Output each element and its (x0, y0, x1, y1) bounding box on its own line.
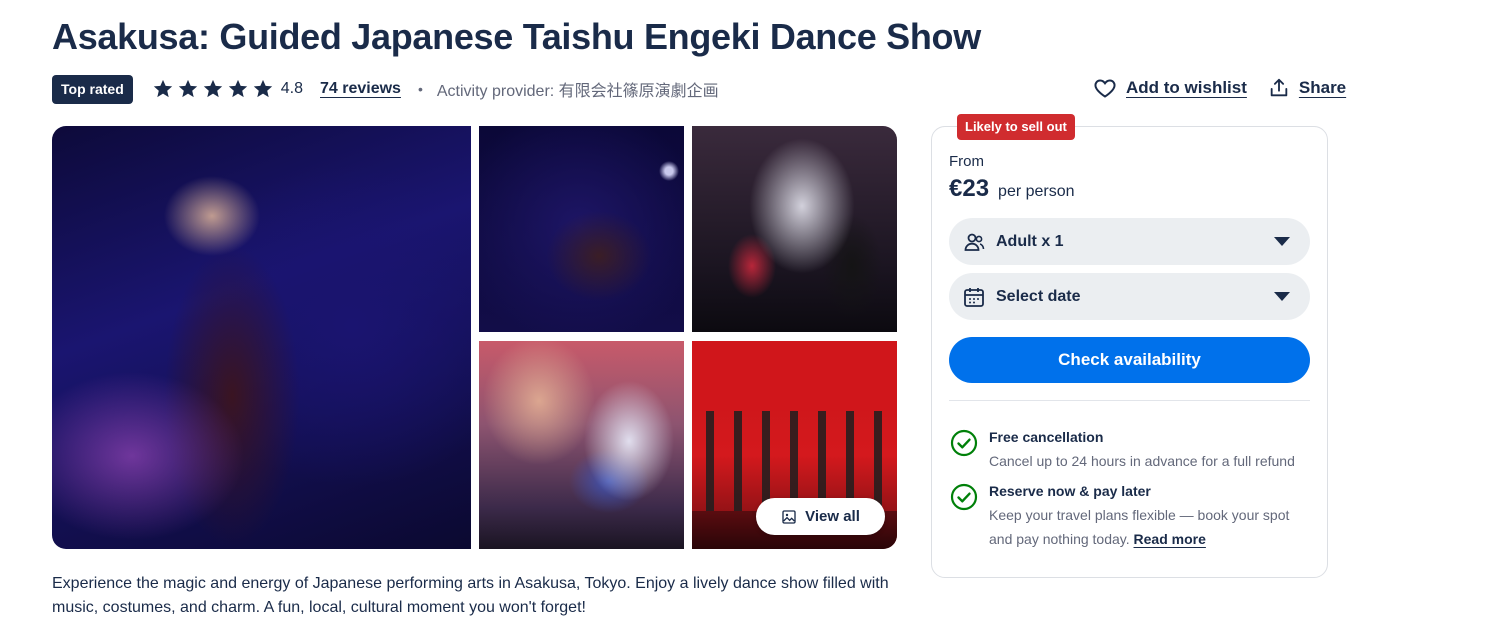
reviews-link[interactable]: 74 reviews (320, 80, 401, 98)
check-circle-icon (950, 483, 978, 511)
divider (949, 400, 1310, 401)
star-icon (228, 79, 247, 98)
participants-select[interactable]: Adult x 1 (949, 218, 1310, 265)
feature-title: Reserve now & pay later (989, 483, 1151, 499)
star-icon (203, 79, 222, 98)
add-to-wishlist-button[interactable]: Add to wishlist (1093, 76, 1247, 100)
gallery-photo[interactable] (479, 126, 684, 332)
read-more-link[interactable]: Read more (1134, 531, 1206, 547)
price-row: €23 per person (949, 175, 1075, 203)
top-rated-badge: Top rated (52, 74, 133, 104)
view-all-button[interactable]: View all (756, 498, 885, 535)
star-icon (178, 79, 197, 98)
chevron-down-icon (1274, 237, 1290, 246)
chevron-down-icon (1274, 292, 1290, 301)
share-icon (1270, 78, 1288, 97)
price-unit: per person (998, 183, 1075, 200)
heart-icon (1094, 79, 1116, 98)
feature-title: Free cancellation (989, 429, 1104, 445)
date-select[interactable]: Select date (949, 273, 1310, 320)
activity-provider: Activity provider: 有限会社篠原演劇企画 (436, 83, 719, 100)
check-circle-icon (950, 429, 978, 457)
gallery-photo[interactable] (479, 341, 684, 549)
participants-value: Adult x 1 (996, 232, 1064, 250)
separator-dot: • (417, 81, 423, 97)
rating-value: 4.8 (280, 80, 303, 97)
page-title: Asakusa: Guided Japanese Taishu Engeki D… (52, 16, 981, 57)
star-icon (253, 79, 272, 98)
price-value: €23 (949, 175, 990, 202)
meta-row: Top rated 4.8 74 reviews • Activity prov… (52, 74, 719, 104)
check-availability-button[interactable]: Check availability (949, 337, 1310, 383)
feature-description: Cancel up to 24 hours in advance for a f… (989, 453, 1295, 469)
share-label: Share (1298, 78, 1347, 97)
gallery-photo-main[interactable] (52, 126, 471, 549)
feature-description-wrap: Keep your travel plans flexible — book y… (989, 503, 1309, 551)
share-button[interactable]: Share (1268, 77, 1346, 99)
activity-description: Experience the magic and energy of Japan… (52, 575, 889, 616)
from-label: From (949, 153, 984, 170)
gallery-photo[interactable] (692, 126, 897, 332)
wishlist-label: Add to wishlist (1126, 78, 1247, 97)
photo-gallery: View all (52, 126, 897, 549)
likely-to-sell-out-badge: Likely to sell out (957, 114, 1075, 140)
participants-icon (964, 233, 985, 251)
feature-free-cancellation: Free cancellation Cancel up to 24 hours … (949, 428, 1319, 473)
date-value: Select date (996, 287, 1081, 305)
header-actions: Add to wishlist Share (1093, 76, 1346, 100)
star-rating (152, 78, 274, 100)
feature-reserve-now: Reserve now & pay later Keep your travel… (949, 482, 1319, 551)
calendar-icon (964, 287, 984, 307)
image-icon (782, 509, 796, 524)
view-all-label: View all (805, 508, 860, 525)
star-icon (153, 79, 172, 98)
